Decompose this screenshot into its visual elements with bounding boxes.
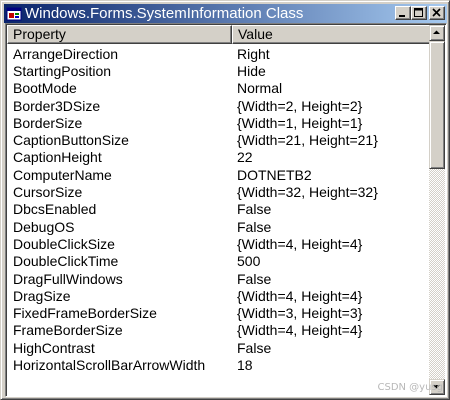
app-window: Windows.Forms.SystemInformation Class Pr… [0,0,450,400]
property-value: {Width=4, Height=4} [237,322,363,339]
list-item[interactable]: HighContrast False [7,339,431,356]
arrow-up-icon [433,30,440,34]
property-name: DebugOS [13,218,75,235]
minimize-button[interactable] [395,6,411,20]
property-value: False [237,270,272,287]
property-name: HorizontalScrollBarArrowWidth [13,356,206,373]
close-button[interactable] [429,6,445,20]
property-name: ArrangeDirection [13,45,119,62]
property-value: {Width=32, Height=32} [237,184,378,201]
property-value: {Width=3, Height=3} [237,305,363,322]
list-item[interactable]: BootMode Normal [7,80,431,97]
list-item[interactable]: DoubleClickSize {Width=4, Height=4} [7,235,431,252]
list-item[interactable]: BorderSize {Width=1, Height=1} [7,114,431,131]
list-rows: ArrangeDirection Right StartingPosition Hid… [7,45,431,374]
property-name: Border3DSize [13,97,101,114]
scroll-up-button[interactable] [429,25,445,41]
maximize-icon [414,8,423,17]
property-name: DbcsEnabled [13,201,97,218]
list-item[interactable]: DoubleClickTime 500 [7,253,431,270]
scroll-thumb[interactable] [429,41,445,169]
list-item[interactable]: DebugOS False [7,218,431,235]
title-bar[interactable]: Windows.Forms.SystemInformation Class [4,4,447,23]
list-item[interactable]: CursorSize {Width=32, Height=32} [7,183,431,200]
window-title: Windows.Forms.SystemInformation Class [25,5,304,22]
property-value: 500 [237,253,261,270]
property-value: 18 [237,356,253,373]
list-header: Property Value [7,25,431,44]
property-name: FixedFrameBorderSize [13,305,157,322]
list-item[interactable]: FixedFrameBorderSize {Width=3, Height=3} [7,304,431,321]
property-value: False [237,201,272,218]
property-name: CaptionHeight [13,149,102,166]
property-name: StartingPosition [13,62,112,79]
column-header-property[interactable]: Property [7,25,232,44]
property-value: {Width=2, Height=2} [237,97,363,114]
property-value: False [237,339,272,356]
list-item[interactable]: Border3DSize {Width=2, Height=2} [7,97,431,114]
property-name: CursorSize [13,184,83,201]
vertical-scrollbar[interactable] [429,25,445,395]
column-header-value[interactable]: Value [232,25,431,44]
property-name: DoubleClickSize [13,235,115,252]
property-name: ComputerName [13,166,112,183]
list-item[interactable]: ComputerName DOTNETB2 [7,166,431,183]
property-name: DragFullWindows [13,270,123,287]
property-name: FrameBorderSize [13,322,123,339]
property-name: CaptionButtonSize [13,132,129,149]
close-icon [432,8,441,17]
property-name: HighContrast [13,339,95,356]
list-item[interactable]: DbcsEnabled False [7,201,431,218]
list-item[interactable]: CaptionHeight 22 [7,149,431,166]
form-window-icon[interactable] [6,6,22,22]
property-value: {Width=4, Height=4} [237,235,363,252]
list-item[interactable]: DragFullWindows False [7,270,431,287]
property-name: BorderSize [13,114,83,131]
list-item[interactable]: ArrangeDirection Right [7,45,431,62]
property-value: {Width=4, Height=4} [237,287,363,304]
list-item[interactable]: HorizontalScrollBarArrowWidth 18 [7,356,431,373]
maximize-button[interactable] [411,6,427,20]
property-value: Right [237,45,270,62]
property-name: DoubleClickTime [13,253,119,270]
property-name: DragSize [13,287,71,304]
property-value: False [237,218,272,235]
property-list[interactable]: Property Value ArrangeDirection Right Star… [5,23,447,397]
property-value: {Width=21, Height=21} [237,132,378,149]
list-item[interactable]: FrameBorderSize {Width=4, Height=4} [7,322,431,339]
list-item[interactable]: DragSize {Width=4, Height=4} [7,287,431,304]
property-value: DOTNETB2 [237,166,312,183]
property-value: Hide [237,62,266,79]
minimize-icon [399,15,405,17]
property-name: BootMode [13,80,77,97]
watermark-text: CSDN @yusg [377,382,443,393]
property-value: {Width=1, Height=1} [237,114,363,131]
property-value: Normal [237,80,283,97]
list-item[interactable]: StartingPosition Hide [7,62,431,79]
list-item[interactable]: CaptionButtonSize {Width=21, Height=21} [7,131,431,148]
title-buttons [395,6,445,20]
property-value: 22 [237,149,253,166]
